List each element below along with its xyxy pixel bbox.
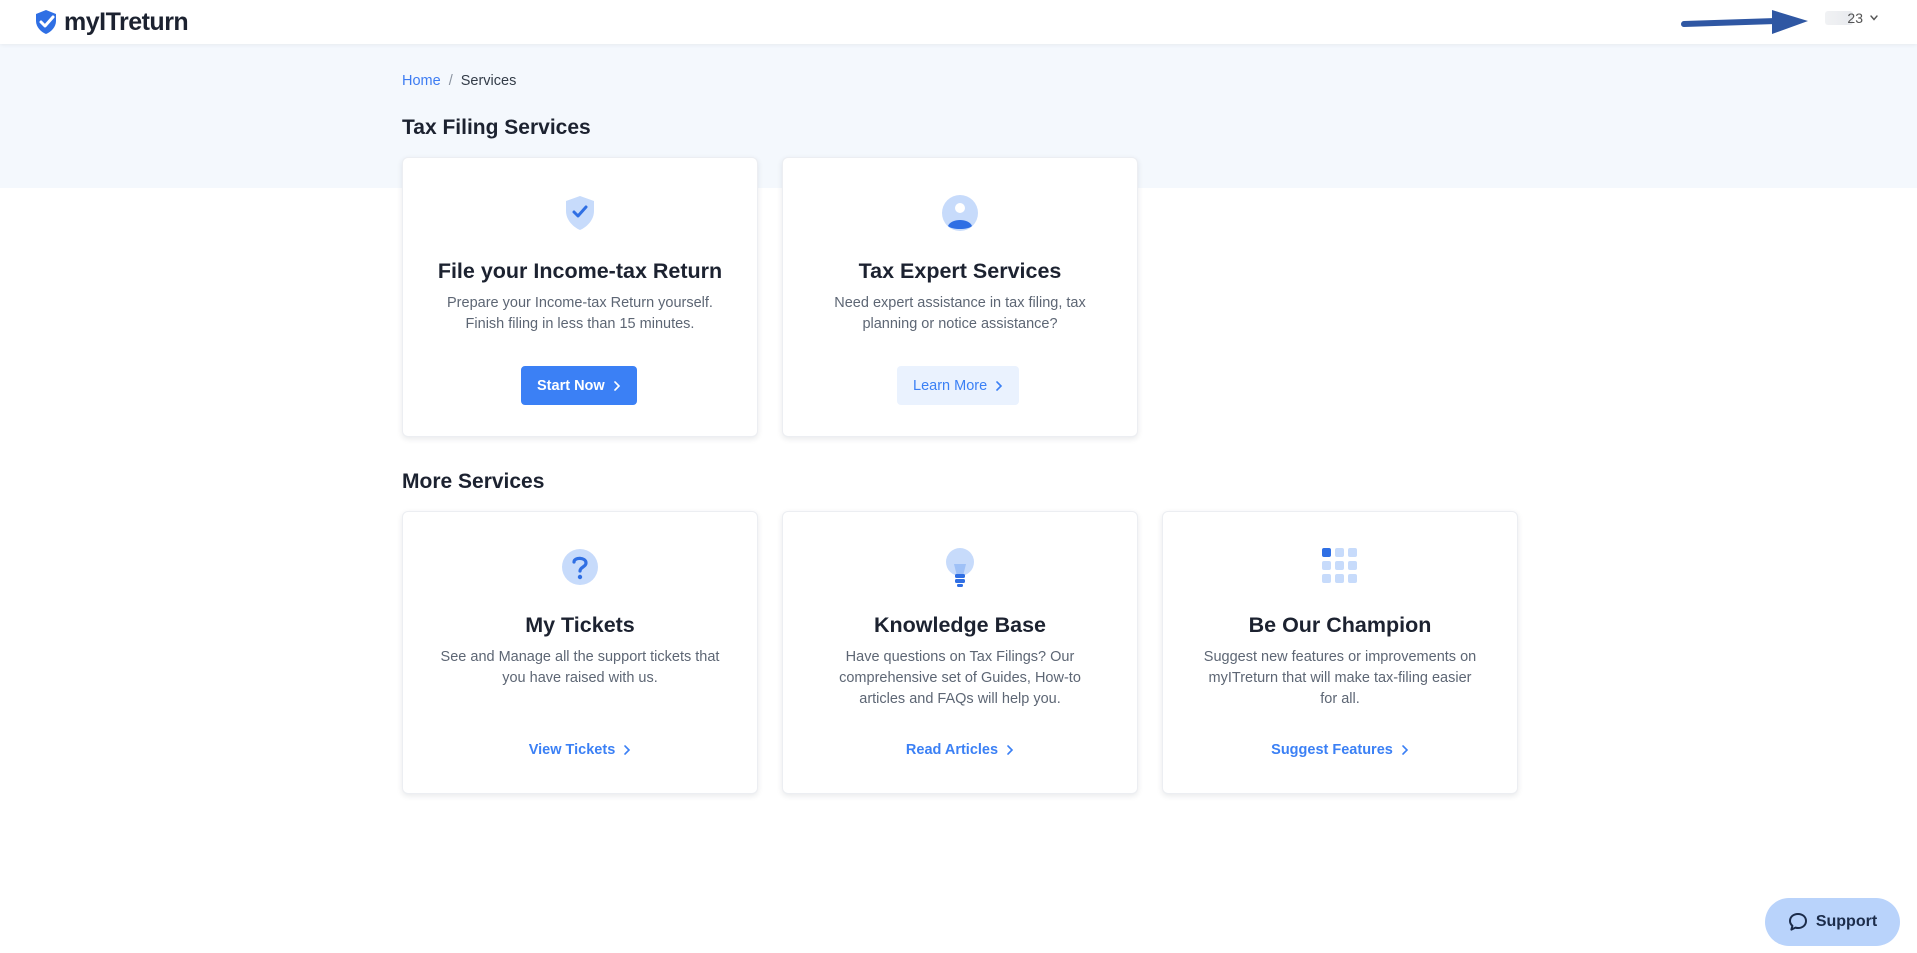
logo-shield-icon — [36, 10, 56, 34]
card-desc-line: Prepare your Income-tax Return yourself. — [447, 295, 713, 311]
card-desc-line: you have raised with us. — [502, 670, 658, 686]
breadcrumb-separator: / — [448, 73, 453, 89]
card-desc-line: Finish filing in less than 15 minutes. — [465, 316, 695, 332]
card-desc-line: Need expert assistance in tax filing, ta… — [834, 295, 1086, 311]
read-articles-label: Read Articles — [905, 742, 999, 758]
card-be-our-champion: Be Our Champion Suggest new features or … — [1162, 511, 1518, 794]
card-desc-line: articles and FAQs will help you. — [859, 691, 1061, 707]
view-tickets-link[interactable]: View Tickets — [403, 742, 757, 758]
card-title: My Tickets — [525, 613, 635, 637]
start-now-button[interactable]: Start Now — [521, 366, 637, 405]
start-now-label: Start Now — [537, 377, 605, 394]
lightbulb-icon — [946, 548, 974, 587]
card-desc-line: See and Manage all the support tickets t… — [440, 649, 720, 665]
user-menu[interactable]: 23 — [1825, 10, 1879, 26]
chevron-right-icon — [624, 745, 631, 755]
suggest-features-link[interactable]: Suggest Features — [1163, 742, 1517, 758]
suggest-features-label: Suggest Features — [1271, 742, 1393, 758]
read-articles-link[interactable]: Read Articles — [783, 742, 1137, 758]
app-logo[interactable]: myITreturn — [34, 7, 189, 36]
card-desc-line: for all. — [1320, 691, 1360, 707]
top-bar: myITreturn 23 — [0, 0, 1917, 44]
card-title: Tax Expert Services — [858, 259, 1062, 283]
card-desc-line: myITreturn that will make tax-filing eas… — [1208, 670, 1472, 686]
breadcrumb: Home / Services — [402, 73, 516, 89]
learn-more-label: Learn More — [913, 377, 988, 394]
user-icon — [942, 195, 978, 231]
card-description: Have questions on Tax Filings? Our compr… — [813, 647, 1107, 710]
chevron-right-icon — [996, 380, 1003, 391]
card-description: Prepare your Income-tax Return yourself.… — [433, 293, 727, 335]
shield-check-icon — [566, 196, 594, 230]
annotation-arrow-icon — [1681, 10, 1808, 34]
question-icon — [562, 549, 598, 585]
chevron-right-icon — [1402, 745, 1408, 755]
card-my-tickets: My Tickets See and Manage all the suppor… — [402, 511, 758, 794]
support-button[interactable]: Support — [1765, 898, 1900, 946]
card-description: See and Manage all the support tickets t… — [433, 647, 727, 689]
logo-text: myITreturn — [64, 7, 189, 36]
card-title: Be Our Champion — [1248, 613, 1432, 637]
learn-more-button[interactable]: Learn More — [897, 366, 1020, 405]
chat-bubble-icon — [1788, 913, 1807, 931]
section-title-more-services: More Services — [402, 470, 545, 493]
card-title: Knowledge Base — [873, 613, 1047, 637]
breadcrumb-current: Services — [460, 73, 517, 89]
section-title-tax-filing: Tax Filing Services — [402, 116, 591, 139]
card-knowledge-base: Knowledge Base Have questions on Tax Fil… — [782, 511, 1138, 794]
chevron-down-icon — [1870, 15, 1878, 21]
card-desc-line: planning or notice assistance? — [862, 316, 1058, 332]
grid-icon — [1322, 548, 1357, 583]
card-tax-expert: Tax Expert Services Need expert assistan… — [782, 157, 1138, 437]
card-desc-line: comprehensive set of Guides, How-to — [839, 670, 1081, 686]
card-desc-line: Have questions on Tax Filings? Our — [845, 649, 1075, 665]
chevron-right-icon — [613, 380, 620, 391]
card-desc-line: Suggest new features or improvements on — [1203, 649, 1477, 665]
card-file-itr: File your Income-tax Return Prepare your… — [402, 157, 758, 437]
card-description: Need expert assistance in tax filing, ta… — [813, 293, 1107, 335]
card-description: Suggest new features or improvements on … — [1193, 647, 1487, 710]
support-label: Support — [1815, 913, 1878, 930]
user-name-suffix: 23 — [1847, 10, 1863, 26]
breadcrumb-home[interactable]: Home — [402, 73, 441, 89]
card-title: File your Income-tax Return — [437, 259, 723, 283]
chevron-right-icon — [1007, 745, 1014, 755]
view-tickets-label: View Tickets — [528, 742, 616, 758]
